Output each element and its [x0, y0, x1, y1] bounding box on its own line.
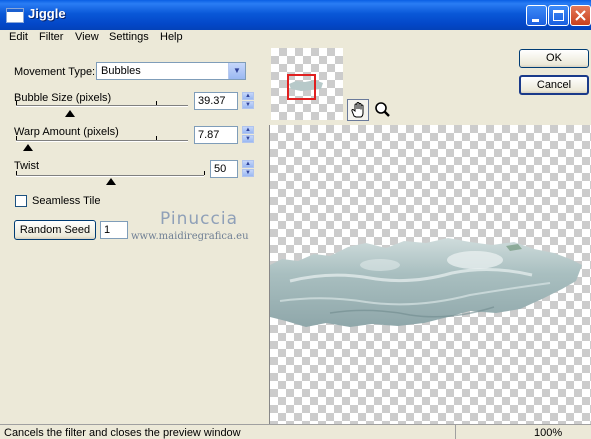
- slider-tick: [204, 171, 205, 175]
- title-bar: Jiggle: [0, 0, 591, 30]
- maximize-button[interactable]: [548, 5, 569, 26]
- seamless-tile-label: Seamless Tile: [32, 195, 101, 207]
- menu-settings[interactable]: Settings: [109, 31, 149, 43]
- minimize-button[interactable]: [526, 5, 547, 26]
- pan-tool-button[interactable]: [347, 99, 369, 121]
- warp-amount-slider-thumb[interactable]: [23, 144, 33, 151]
- preview-pane[interactable]: [269, 125, 591, 424]
- spin-up-icon[interactable]: ▲: [242, 126, 254, 134]
- chevron-down-icon[interactable]: ▼: [228, 63, 245, 79]
- slider-tick: [16, 101, 17, 105]
- watermark-url: www.maidiregrafica.eu: [131, 231, 249, 242]
- navigator-viewport-frame[interactable]: [287, 74, 316, 100]
- zoom-tool-button[interactable]: [372, 99, 394, 121]
- twist-label: Twist: [14, 160, 40, 172]
- spin-up-icon[interactable]: ▲: [242, 92, 254, 100]
- window-title: Jiggle: [28, 6, 66, 21]
- warp-amount-label: Warp Amount (pixels): [14, 126, 119, 138]
- slider-tick: [156, 101, 157, 105]
- spin-down-icon[interactable]: ▼: [242, 101, 254, 109]
- hand-icon: [351, 101, 364, 118]
- status-bar: Cancels the filter and closes the previe…: [0, 424, 591, 439]
- app-icon: [6, 8, 24, 23]
- cancel-button[interactable]: Cancel: [519, 75, 589, 95]
- spin-up-icon[interactable]: ▲: [242, 160, 254, 168]
- warp-amount-slider-track[interactable]: [16, 140, 188, 142]
- movement-type-label: Movement Type:: [14, 66, 96, 78]
- menu-help[interactable]: Help: [160, 31, 183, 43]
- bubble-size-spinner[interactable]: ▲ ▼: [242, 92, 254, 110]
- bubble-size-slider-track[interactable]: [16, 105, 188, 107]
- preview-image: [270, 238, 582, 327]
- random-seed-button[interactable]: Random Seed: [14, 220, 96, 240]
- warp-amount-spinner[interactable]: ▲ ▼: [242, 126, 254, 144]
- twist-slider-track[interactable]: [16, 175, 204, 177]
- twist-slider-thumb[interactable]: [106, 178, 116, 185]
- seamless-tile-checkbox[interactable]: [15, 195, 27, 207]
- twist-input[interactable]: 50: [210, 160, 238, 178]
- menu-bar: Edit Filter View Settings Help: [0, 30, 591, 46]
- random-seed-input[interactable]: 1: [100, 221, 128, 239]
- menu-edit[interactable]: Edit: [9, 31, 28, 43]
- close-icon: [575, 10, 586, 21]
- close-button[interactable]: [570, 5, 591, 26]
- spin-down-icon[interactable]: ▼: [242, 135, 254, 143]
- zoom-level: 100%: [534, 427, 563, 439]
- bubble-size-input[interactable]: 39.37: [194, 92, 238, 110]
- spin-down-icon[interactable]: ▼: [242, 169, 254, 177]
- movement-type-select[interactable]: Bubbles ▼: [96, 62, 246, 80]
- menu-view[interactable]: View: [75, 31, 99, 43]
- status-pane-divider: [455, 425, 591, 439]
- magnifier-icon: [375, 102, 390, 117]
- slider-tick: [156, 136, 157, 140]
- warp-amount-input[interactable]: 7.87: [194, 126, 238, 144]
- bubble-size-slider-thumb[interactable]: [65, 110, 75, 117]
- movement-type-value: Bubbles: [101, 65, 141, 77]
- slider-tick: [16, 171, 17, 175]
- bubble-size-label: Bubble Size (pixels): [14, 92, 112, 104]
- status-text: Cancels the filter and closes the previe…: [4, 427, 241, 439]
- menu-filter[interactable]: Filter: [39, 31, 63, 43]
- watermark-name: Pinuccia: [160, 209, 238, 229]
- maximize-icon: [553, 10, 564, 21]
- minimize-icon: [532, 19, 539, 22]
- twist-spinner[interactable]: ▲ ▼: [242, 160, 254, 178]
- slider-tick: [16, 136, 17, 140]
- ok-button[interactable]: OK: [519, 49, 589, 68]
